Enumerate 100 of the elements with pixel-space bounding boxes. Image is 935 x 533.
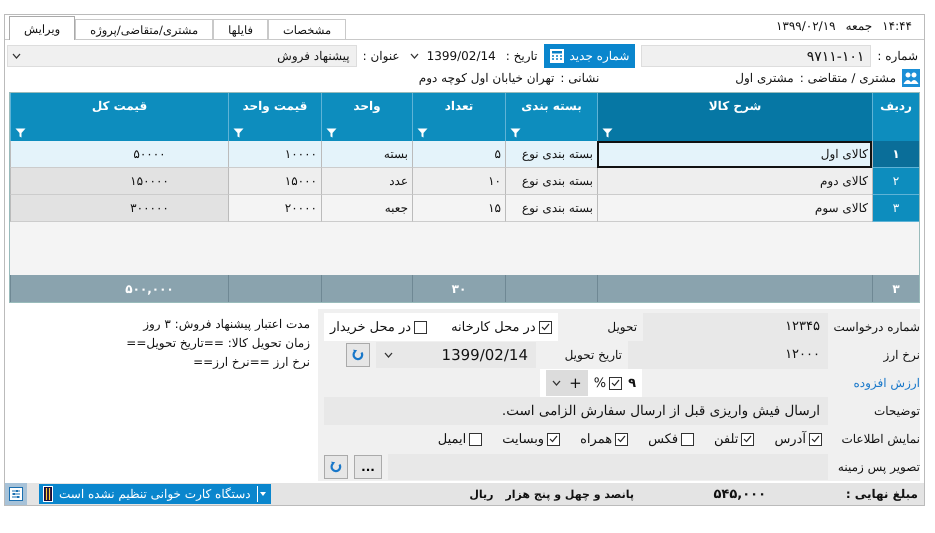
checkbox-option[interactable]: در محل کارخانه <box>451 320 552 334</box>
tab[interactable]: مشتری/متقاضی/پروژه <box>75 19 214 39</box>
row-number[interactable]: ۲ <box>872 168 919 195</box>
check-icon <box>811 435 820 443</box>
table-cell: کالای سوم <box>597 195 872 222</box>
title-dropdown[interactable]: پیشنهاد فروش <box>7 45 357 67</box>
column-header: تعداد <box>412 93 505 141</box>
address-text: تهران خیابان اول کوچه دوم <box>418 71 554 85</box>
checkbox-option[interactable]: در محل خریدار <box>330 320 428 334</box>
table-cell: کالای دوم <box>597 168 872 195</box>
filter-icon <box>326 128 337 138</box>
refresh-button[interactable] <box>324 455 348 479</box>
field-label: نمایش اطلاعات <box>840 432 920 446</box>
table-cell: ۱۵۰۰۰ <box>228 168 321 195</box>
caret-icon <box>410 53 419 59</box>
final-amount: ۵۴۵,۰۰۰ <box>712 486 766 502</box>
field-label: شماره : <box>877 49 918 63</box>
refresh-icon <box>352 349 364 361</box>
tab[interactable]: مشخصات <box>268 19 346 39</box>
filter-icon <box>510 128 521 138</box>
checkbox-option[interactable]: همراه <box>580 432 628 446</box>
table-cell: ۵ <box>412 141 505 168</box>
field-label: عنوان : <box>362 49 400 63</box>
field-label: نشانی : <box>560 71 600 85</box>
check-icon <box>617 435 626 443</box>
row-number[interactable]: ۳ <box>872 195 919 222</box>
row-number[interactable]: ۱ <box>872 141 919 168</box>
column-header: ردیف <box>872 93 919 141</box>
table-cell: ۱۰۰۰۰ <box>228 141 321 168</box>
table-cell: بسته بندی نوع <box>505 141 597 168</box>
percent-checkbox[interactable]: % <box>594 376 622 390</box>
field-label: تاریخ تحویل <box>564 348 622 362</box>
vat-value: ۹ <box>628 376 636 390</box>
checkbox-option[interactable]: ایمیل <box>438 432 482 446</box>
table-cell: بسته بندی نوع <box>505 168 597 195</box>
column-header: واحد <box>321 93 412 141</box>
caret-icon <box>552 380 562 386</box>
row-count: ۳ <box>872 275 919 302</box>
field-label: نرخ ارز <box>882 348 920 362</box>
sliders-icon <box>9 487 23 501</box>
caret-icon <box>12 53 21 59</box>
request-number: ۱۲۳۴۵ <box>643 313 828 341</box>
card-reader-icon <box>43 486 53 502</box>
check-icon <box>743 435 752 443</box>
field-label: تصویر پس زمینه <box>836 460 920 474</box>
calculator-icon <box>550 49 564 63</box>
filter-icon <box>15 128 26 138</box>
checkbox-option[interactable]: آدرس <box>774 432 822 446</box>
caret-icon <box>256 486 267 502</box>
exchange-rate: ۱۲۰۰۰ <box>628 341 828 369</box>
card-reader-dropdown[interactable]: دستگاه کارت خوانی تنظیم نشده است <box>39 484 271 504</box>
vat-dropdown[interactable]: + <box>546 370 588 396</box>
table-cell: ۳۰۰۰۰۰ <box>10 195 228 222</box>
check-icon <box>611 379 620 387</box>
refresh-icon <box>330 461 342 473</box>
date-picker[interactable]: 1399/02/14 <box>376 342 536 368</box>
refresh-button[interactable] <box>346 343 370 367</box>
number-field[interactable]: ۹۷۱۱-۱۰۱ <box>641 45 872 67</box>
checkbox-option[interactable]: فکس <box>648 432 694 446</box>
check-icon <box>540 323 550 331</box>
browse-button[interactable]: ... <box>354 455 382 479</box>
remark-line: مدت اعتبار پیشنهاد فروش: ۳ روز <box>142 316 310 333</box>
filter-icon <box>602 128 613 138</box>
tab[interactable]: ویرایش <box>9 16 76 40</box>
table-cell: جعبه <box>321 195 412 222</box>
tab[interactable]: فایلها <box>213 19 268 39</box>
remark-line: نرخ ارز ==نرخ ارز== <box>192 354 310 371</box>
weekday: جمعه <box>846 19 872 33</box>
final-amount-label: مبلغ نهایی : <box>844 487 918 501</box>
total-sum: ۵۰۰,۰۰۰ <box>10 275 228 302</box>
field-label: تحویل <box>606 320 638 334</box>
new-number-button[interactable]: شماره جدید <box>544 44 636 68</box>
field-label: مشتری / متقاضی : <box>800 71 896 85</box>
remark-line: زمان تحویل کالا: ==تاریخ تحویل== <box>125 335 310 352</box>
checkbox-option[interactable]: وبسایت <box>502 432 560 446</box>
quantity-total: ۳۰ <box>412 275 505 302</box>
field-label: توضیحات <box>872 404 920 418</box>
table-cell: ۱۵۰۰۰۰ <box>10 168 228 195</box>
vat-link[interactable]: ارزش افزوده <box>834 376 920 390</box>
amount-in-words: پانصد و چهل و پنج هزار <box>505 488 634 500</box>
filter-icon <box>417 128 428 138</box>
people-icon <box>902 69 920 87</box>
column-header: قیمت کل <box>10 93 228 141</box>
currency-label: ریال <box>469 488 494 500</box>
check-icon <box>549 435 558 443</box>
table-cell: ۱۵ <box>412 195 505 222</box>
column-header: قیمت واحد <box>228 93 321 141</box>
date-picker[interactable]: 1399/02/14 <box>406 49 500 63</box>
settings-button[interactable] <box>5 483 27 505</box>
date-text: ۱۳۹۹/۰۲/۱۹ <box>776 19 836 33</box>
customer-name: مشتری اول <box>735 71 794 85</box>
filter-icon <box>233 128 244 138</box>
checkbox-option[interactable]: تلفن <box>714 432 754 446</box>
table-cell: ۵۰۰۰۰ <box>10 141 228 168</box>
table-cell: ۱۰ <box>412 168 505 195</box>
field-label: تاریخ : <box>506 49 538 63</box>
notes-field[interactable]: ارسال فیش واریزی قبل از ارسال سفارش الزامی است. <box>324 397 828 425</box>
table-cell: بسته <box>321 141 412 168</box>
table-cell: ۲۰۰۰۰ <box>228 195 321 222</box>
column-header: بسته بندی <box>505 93 597 141</box>
